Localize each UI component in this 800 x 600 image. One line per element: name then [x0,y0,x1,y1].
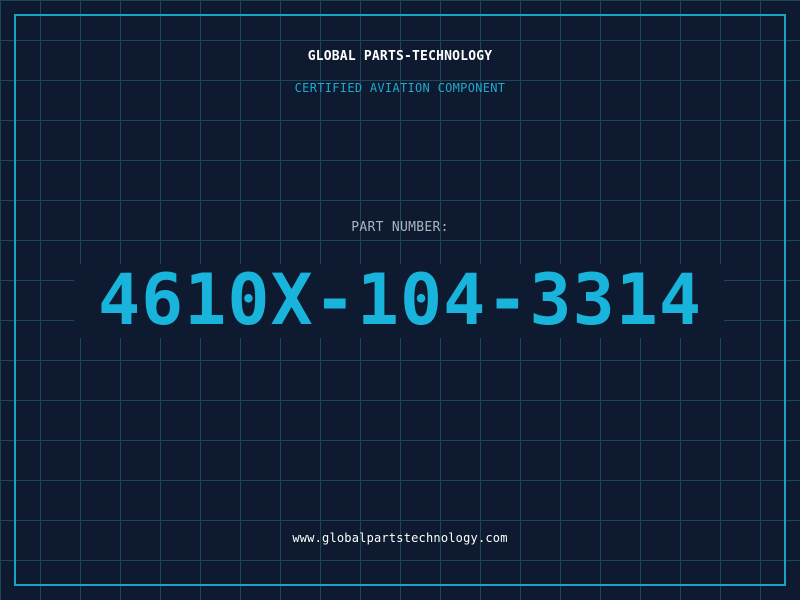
tagline: CERTIFIED AVIATION COMPONENT [294,81,506,95]
company-name: GLOBAL PARTS-TECHNOLOGY [307,49,493,64]
part-number-value: 4610X-104-3314 [97,259,702,341]
website-url: www.globalpartstechnology.com [292,531,508,545]
part-number-label: PART NUMBER: [351,220,449,235]
